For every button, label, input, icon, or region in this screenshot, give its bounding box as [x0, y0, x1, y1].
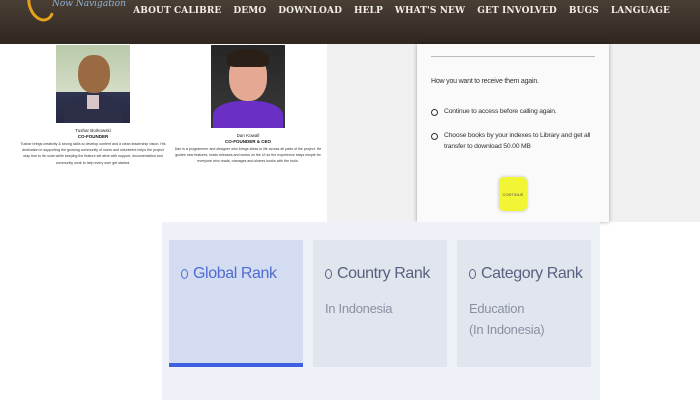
rank-info-icon — [181, 269, 188, 279]
rank-info-icon — [325, 269, 332, 279]
logo-text[interactable]: Now Navigation — [52, 0, 126, 9]
active-tab-indicator — [169, 363, 303, 367]
member-bio: Tushar brings creativity & strong skills… — [20, 142, 166, 165]
dialog-message: How you want to receive them again. — [431, 78, 539, 85]
rank-info-icon — [469, 269, 476, 279]
card-subtitle: Education (In Indonesia) — [469, 298, 545, 340]
member-role: CO-FOUNDER & CEO — [225, 139, 271, 144]
continue-button[interactable]: CONTINUE — [499, 177, 527, 211]
nav-help[interactable]: Help — [354, 6, 383, 16]
download-dialog: How you want to receive them again. Cont… — [417, 44, 609, 222]
dialog-option-continue[interactable]: Continue to access before calling again. — [431, 108, 557, 116]
team-section: Tushar Borkowski CO-FOUNDER Tushar bring… — [0, 44, 327, 222]
dialog-option-choose-books[interactable]: Choose books by your indexes to Library … — [431, 132, 590, 150]
member-role: CO-FOUNDER — [77, 134, 109, 139]
option-label: Choose books by your indexes to Library … — [444, 132, 590, 150]
card-title: Country Rank — [337, 265, 431, 282]
rank-section: Global Rank Country Rank In Indonesia Ca… — [162, 222, 600, 400]
member-name: Dan Kowall — [236, 133, 260, 138]
nav-download[interactable]: Download — [278, 6, 342, 16]
card-title: Global Rank — [193, 265, 277, 282]
dialog-backdrop: How you want to receive them again. Cont… — [327, 44, 700, 222]
member-bio: Dan is a programmer and designer who bri… — [174, 147, 322, 164]
global-rank-tab[interactable]: Global Rank — [169, 240, 303, 367]
main-nav: About Calibre Demo Download Help What's … — [133, 4, 670, 18]
member-name: Tushar Borkowski — [75, 128, 111, 133]
team-member-card: Tushar Borkowski CO-FOUNDER Tushar bring… — [20, 44, 166, 166]
category-rank-tab[interactable]: Category Rank Education (In Indonesia) — [457, 240, 591, 367]
card-title: Category Rank — [481, 265, 583, 282]
member-photo — [211, 45, 285, 128]
top-navigation-bar: Now Navigation About Calibre Demo Downlo… — [0, 0, 700, 44]
card-subtitle: In Indonesia — [325, 301, 393, 316]
nav-demo[interactable]: Demo — [233, 6, 266, 16]
card-subtitle-line2: (In Indonesia) — [469, 322, 545, 337]
option-label-line1: Choose books by your indexes to Library … — [444, 132, 591, 139]
card-subtitle-line1: Education — [469, 301, 525, 316]
nav-about-calibre[interactable]: About Calibre — [133, 6, 221, 16]
radio-icon[interactable] — [431, 133, 438, 140]
country-rank-tab[interactable]: Country Rank In Indonesia — [313, 240, 447, 367]
member-photo — [56, 45, 130, 123]
option-label-line2: transfer to download 50.00 MB — [444, 143, 531, 150]
nav-bugs[interactable]: Bugs — [569, 6, 599, 16]
nav-whats-new[interactable]: What's New — [395, 6, 465, 16]
option-label: Continue to access before calling again. — [444, 108, 557, 115]
nav-get-involved[interactable]: Get Involved — [477, 6, 557, 16]
radio-icon[interactable] — [431, 109, 438, 116]
nav-language[interactable]: Language — [611, 6, 670, 16]
team-member-card: Dan Kowall CO-FOUNDER & CEO Dan is a pro… — [170, 44, 326, 165]
dialog-divider — [431, 56, 595, 57]
